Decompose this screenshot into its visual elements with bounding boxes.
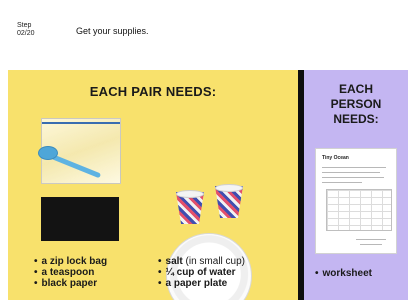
list-item: a zip lock bag xyxy=(34,256,108,267)
item-note: (in small cup) xyxy=(185,256,245,267)
person-list: worksheet xyxy=(315,268,372,279)
worksheet-line xyxy=(322,167,386,168)
list-item: salt (in small cup) xyxy=(158,256,245,267)
person-panel: EACH PERSON NEEDS: Tiny Ocean worksheet xyxy=(304,70,408,300)
cup-rim xyxy=(176,190,204,198)
heading-line: PERSON xyxy=(330,97,382,111)
worksheet-image: Tiny Ocean xyxy=(315,148,397,254)
teaspoon-image xyxy=(38,146,58,160)
list-item: a teaspoon xyxy=(34,267,107,278)
step-label: Step xyxy=(17,22,32,29)
item-text: ¼ cup of water xyxy=(165,267,236,278)
worksheet-line xyxy=(322,172,380,173)
list-item: a paper plate xyxy=(158,278,245,289)
step-count: 02/20 xyxy=(17,30,35,37)
worksheet-line xyxy=(356,239,386,240)
list-item: ¼ cup of water xyxy=(158,267,245,278)
worksheet-title: Tiny Ocean xyxy=(322,155,349,161)
pair-panel: EACH PAIR NEEDS: a zip lock bag a teaspo… xyxy=(8,70,298,300)
worksheet-line xyxy=(360,244,382,245)
pair-list-left: a zip lock bag a teaspoon black paper xyxy=(34,256,108,289)
header-bar: Step 02/20 Get your supplies. xyxy=(0,0,408,62)
pair-list-right: salt (in small cup) ¼ cup of water a pap… xyxy=(158,256,245,289)
cup-rim xyxy=(215,184,243,192)
heading-line: EACH xyxy=(338,82,373,96)
step-title: Get your supplies. xyxy=(76,26,149,36)
black-paper-image xyxy=(41,197,119,241)
step-indicator: Step 02/20 xyxy=(17,22,35,38)
heading-line: NEEDS: xyxy=(333,112,379,126)
item-text: a paper plate xyxy=(165,278,228,289)
slide: Step 02/20 Get your supplies. EACH PAIR … xyxy=(0,0,408,307)
item-text: salt xyxy=(165,256,183,267)
list-item: worksheet xyxy=(315,268,372,279)
pair-heading: EACH PAIR NEEDS: xyxy=(89,84,217,99)
bag-seal xyxy=(42,122,120,124)
worksheet-line xyxy=(322,182,362,183)
worksheet-grid xyxy=(326,189,392,231)
person-heading: EACH PERSON NEEDS: xyxy=(304,82,408,127)
list-item: black paper xyxy=(34,278,107,289)
worksheet-line xyxy=(322,177,384,178)
